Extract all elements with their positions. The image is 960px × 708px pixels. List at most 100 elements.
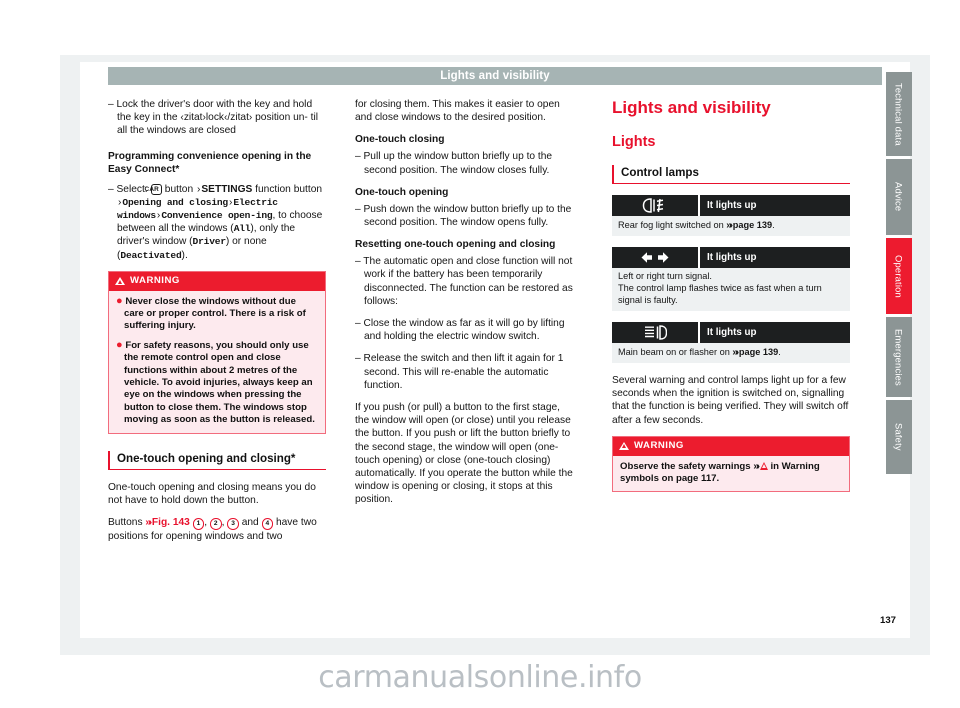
subheading-one-touch-opening: One-touch opening <box>355 186 449 198</box>
warning-box-body: Observe the safety warnings »› in Warnin… <box>613 455 849 492</box>
period: . <box>772 219 775 230</box>
warning-box-body: ● Never close the windows without due ca… <box>109 290 325 433</box>
warning-triangle-inline-icon <box>759 461 768 470</box>
subheading-programming: Programming convenience opening in the E… <box>108 150 326 176</box>
warning-text-pre: Observe the safety warnings <box>620 460 751 472</box>
select-prefix: – Select: <box>108 183 148 195</box>
pdf-viewer: Lights and visibility – Lock the driver'… <box>0 0 960 708</box>
tab-operation[interactable]: Operation <box>886 238 912 314</box>
bullet-dot-icon: ● <box>116 294 123 307</box>
function-word: function <box>255 183 291 195</box>
comma: , <box>204 517 208 528</box>
car-button-icon[interactable]: CAR <box>145 183 162 195</box>
tab-label: Operation <box>893 254 905 298</box>
section-heading-text: Control lamps <box>621 166 699 179</box>
page-reference[interactable]: page 139 <box>733 220 772 230</box>
list-item-closing: – Pull up the window button briefly up t… <box>355 151 553 176</box>
callout-1: 1 <box>192 518 205 530</box>
lamp-desc-text: Main beam on or flasher on <box>618 346 730 357</box>
list-item-select-path: – Select: CAR button ›SETTINGS function … <box>108 183 326 262</box>
control-lamp-header: It lights up <box>612 195 850 216</box>
paragraph-closing-them: for closing them. This makes it easier t… <box>355 99 560 124</box>
column-one: – Lock the driver's door with the key an… <box>108 98 326 552</box>
paragraph-buttons: Buttons »› Fig. 143 1, 2, 3 and 4 have tw… <box>108 516 326 543</box>
page-reference[interactable]: page 139 <box>739 347 778 357</box>
control-lamp-header: It lights up <box>612 246 850 268</box>
control-lamp-row: It lights up Left or right turn signal. … <box>612 246 850 312</box>
callout-2: 2 <box>209 518 222 530</box>
tab-label: Safety <box>893 423 905 451</box>
bullet-dot-icon: ● <box>116 338 123 351</box>
chapter-tab-rail: Technical data Advice Operation Emergenc… <box>886 72 912 477</box>
list-item-line: – Lock the driver's door with the key an… <box>108 99 313 110</box>
control-lamp-status: It lights up <box>700 322 850 344</box>
warning-label: WARNING <box>130 275 180 287</box>
section-heading-one-touch: One-touch opening and closing* <box>108 450 326 470</box>
control-lamp-header: It lights up <box>612 322 850 344</box>
option-all: All <box>233 223 251 235</box>
tab-advice[interactable]: Advice <box>886 159 912 235</box>
list-item-reset-3: – Release the switch and then lift it ag… <box>355 353 564 391</box>
section-heading-control-lamps: Control lamps <box>612 165 850 184</box>
chapter-subtitle: Lights <box>612 134 656 150</box>
menu-path-convenience-opening-cont: ing <box>255 210 273 222</box>
button-word: button <box>164 183 194 195</box>
control-lamp-status: It lights up <box>700 195 850 216</box>
tab-safety[interactable]: Safety <box>886 400 912 474</box>
button-word-2: button <box>293 183 323 195</box>
subheading-line: Programming convenience opening in the <box>108 150 312 162</box>
section-heading-text: One-touch opening and closing* <box>117 451 296 465</box>
turn-signal-glyph <box>641 251 669 263</box>
warning-text: Observe the safety warnings »› in Warnin… <box>620 461 842 486</box>
warning-box: WARNING ● Never close the windows withou… <box>108 270 326 434</box>
lamp-desc-text: Rear fog light switched on <box>618 219 724 230</box>
turn-signal-icon <box>612 246 698 268</box>
warning-text-mid: in Warning <box>770 460 820 472</box>
subheading-resetting: Resetting one-touch opening and closing <box>355 239 556 251</box>
control-lamp-row: It lights up Rear fog light switched on … <box>612 195 850 236</box>
warning-triangle-icon <box>115 276 125 285</box>
page-number: 137 <box>879 615 896 626</box>
list-item-opening: – Push down the window button briefly up… <box>355 203 572 229</box>
paragraph-one-touch-intro: One-touch opening and closing means you … <box>108 481 316 506</box>
list-item-line: the key in the ‹zitat›lock‹/zitat› posit… <box>117 112 308 124</box>
list-item: – Lock the driver's door with the key an… <box>108 98 326 138</box>
tab-emergencies[interactable]: Emergencies <box>886 317 912 397</box>
control-lamp-description: Rear fog light switched on »› page 139. <box>612 216 850 236</box>
tab-technical-data[interactable]: Technical data <box>886 72 912 156</box>
control-lamp-row: It lights up Main beam on or flasher on … <box>612 322 850 363</box>
figure-reference[interactable]: Fig. 143 <box>152 517 190 528</box>
warning-box-title: WARNING <box>613 436 849 456</box>
warning-bullet-text: For safety reasons, you should only use … <box>124 339 315 426</box>
main-beam-glyph <box>645 325 667 340</box>
callout-3: 3 <box>227 518 239 530</box>
callout-4: 4 <box>261 518 274 530</box>
warning-text-post: symbols on page 117. <box>620 472 720 484</box>
tab-label: Technical data <box>893 82 905 146</box>
rear-fog-light-glyph <box>642 198 664 213</box>
control-lamp-description: Main beam on or flasher on »› page 139. <box>612 343 850 363</box>
control-lamp-description: Left or right turn signal. The control l… <box>612 267 850 312</box>
comma: , <box>221 517 225 528</box>
subheading-one-touch-closing: One-touch closing <box>355 134 445 146</box>
paren-close: ) <box>225 236 230 248</box>
column-three: Lights and visibility Lights Control lam… <box>612 98 850 504</box>
site-watermark: carmanualsonline.info <box>318 660 642 695</box>
settings-label: SETTINGS <box>201 183 253 195</box>
running-header: Lights and visibility <box>108 67 882 85</box>
period: . <box>778 346 781 357</box>
main-beam-icon <box>612 322 698 344</box>
tab-label: Emergencies <box>893 328 905 386</box>
option-deactivated: Deactivated <box>120 249 182 261</box>
warning-box-title: WARNING <box>109 271 325 291</box>
control-lamp-status: It lights up <box>700 246 850 268</box>
warning-label: WARNING <box>634 440 684 452</box>
lamp-desc-line: The control lamp flashes twice as fast w… <box>618 283 822 305</box>
menu-path-convenience-opening: Convenience open- <box>161 210 256 222</box>
running-header-title: Lights and visibility <box>440 70 550 82</box>
list-item-reset-1: – The automatic open and close function … <box>355 256 573 307</box>
tab-label: Advice <box>893 182 905 212</box>
warning-triangle-icon <box>619 441 629 450</box>
option-none-post: ). <box>181 249 188 261</box>
warning-bullet: ● For safety reasons, you should only us… <box>116 338 318 427</box>
